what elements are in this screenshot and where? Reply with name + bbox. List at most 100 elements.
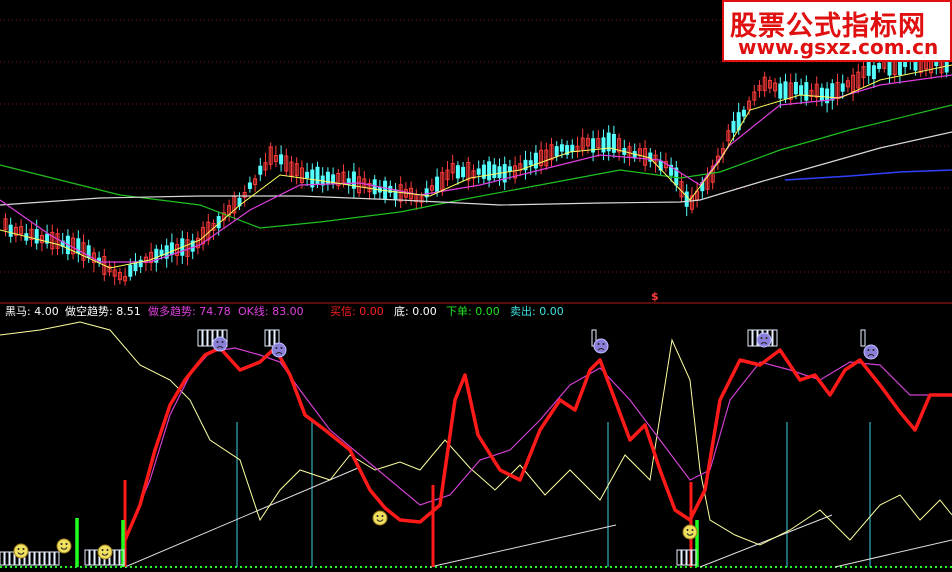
candle-body [799,85,804,96]
candle-body [783,81,788,100]
candle-body [258,165,263,175]
indicator-value: 83.00 [272,305,304,318]
indicator-item: 下单: 0.00 [446,305,500,318]
ma-long-white-line [0,131,952,206]
chart-stage: { "watermark": { "line1": "股票公式指标网", "li… [0,0,952,572]
smiley-face-icon [97,544,113,560]
indicator-value: 0.00 [412,305,437,318]
indicator-label: 卖出 [510,305,532,318]
candle-body [903,61,908,67]
signal-box [49,551,55,566]
trend-diagonal [699,514,833,568]
signal-box [54,551,60,566]
candle-body [840,83,845,92]
candle-body [497,166,502,179]
candle-body [731,120,736,133]
smiley-face-icon [56,538,72,554]
indicator-label: OK线 [238,305,265,318]
indicator-value: 4.00 [34,305,59,318]
candle-body [372,179,377,195]
candle-body [778,83,783,99]
indicator-item: 黑马: 4.00 [5,305,59,318]
candle-body [601,137,606,153]
candle-body [169,242,174,255]
signal-box [207,329,213,347]
candle-body [570,144,575,153]
candle-body [383,180,388,199]
candle-body [819,87,824,102]
candle-body [34,229,39,244]
watermark-logo: 股票公式指标网 www.gsxz.com.cn [722,0,952,62]
signal-box [747,329,753,347]
watermark-url: www.gsxz.com.cn [738,35,939,59]
signal-box [29,551,35,566]
candle-body [492,164,497,179]
signal-box [264,329,270,347]
indicator-label: 做空趋势 [65,305,109,318]
signal-box [202,329,208,347]
candle-body [887,61,892,76]
indicator-item: OK线: 83.00 [238,305,304,318]
signal-box [34,551,40,566]
signal-marker: $ [651,290,659,303]
signal-box [84,549,90,566]
candle-body [305,171,310,179]
signal-box [0,551,5,566]
indicator-item: 做空趋势: 8.51 [65,305,141,318]
sad-face-icon [271,342,287,358]
candle-body [247,182,252,189]
indicator-label: 做多趋势 [148,305,192,318]
indicator-value: 8.51 [116,305,141,318]
candle-body [559,144,564,152]
trend-diagonal [124,467,359,568]
oscillator-magenta-line [124,347,952,541]
sad-face-icon [863,344,879,360]
candle-body [476,168,481,175]
indicator-label: 底 [394,305,405,318]
indicator-value: 0.00 [359,305,384,318]
candle-body [128,264,133,277]
ma-short-line [0,64,952,269]
indicator-value: 0.00 [475,305,500,318]
candle-body [741,109,746,117]
ma-green-line [0,104,952,229]
candle-body [455,165,460,179]
signal-box [752,329,758,347]
candle-body [315,166,320,185]
ma-blue-line [784,169,952,181]
candle-body [877,63,882,70]
indicator-value: 74.78 [199,305,231,318]
signal-box [676,549,682,566]
sad-face-icon [756,332,772,348]
indicator-value: 0.00 [539,305,564,318]
sad-face-icon [212,336,228,352]
candle-body [554,146,559,157]
trend-diagonal [429,524,617,568]
smiley-face-icon [682,524,698,540]
indicator-item: 底: 0.00 [394,305,437,318]
candle-body [528,160,533,166]
candle-body [793,82,798,95]
candle-body [435,176,440,193]
signal-box [197,329,203,347]
sad-face-icon [593,338,609,354]
indicator-label: 下单 [446,305,468,318]
candle-body [684,191,689,207]
candle-body [461,166,466,178]
candle-body [866,61,871,76]
candle-body [804,82,809,101]
indicator-label: 买信 [330,305,352,318]
signal-box [44,551,50,566]
signal-box [4,551,10,566]
indicator-item: 做多趋势: 74.78 [148,305,231,318]
signal-box [39,551,45,566]
indicator-label: 黑马 [5,305,27,318]
signal-box [9,551,15,566]
smiley-face-icon [13,543,29,559]
candle-body [533,152,538,169]
indicator-item: 买信: 0.00 [330,305,384,318]
candle-body [487,161,492,181]
stock-chart-svg [0,19,952,568]
candle-body [8,224,13,237]
candle-body [507,166,512,172]
